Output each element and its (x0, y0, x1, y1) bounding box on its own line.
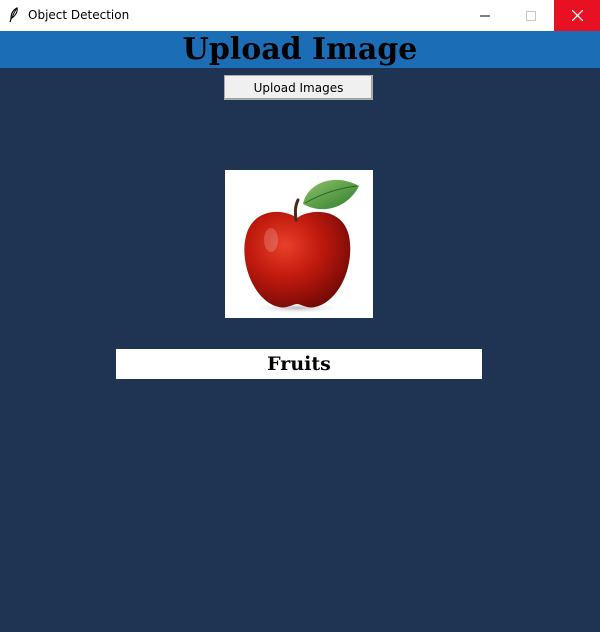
window-title: Object Detection (28, 8, 130, 22)
feather-icon (8, 6, 20, 23)
result-text: Fruits (267, 353, 331, 375)
result-label: Fruits (116, 349, 482, 379)
app-window: Object Detection Upload Image Upload Ima… (0, 0, 600, 632)
title-bar[interactable]: Object Detection (0, 0, 600, 31)
red-apple-image (225, 170, 373, 318)
close-icon (571, 6, 583, 25)
minimize-button[interactable] (462, 0, 508, 31)
image-preview (225, 170, 373, 318)
upload-images-button[interactable]: Upload Images (224, 75, 373, 100)
minimize-icon (480, 6, 490, 25)
page-title: Upload Image (182, 32, 418, 67)
header-banner: Upload Image (0, 31, 600, 68)
close-button[interactable] (554, 0, 600, 31)
maximize-icon (526, 6, 536, 25)
maximize-button[interactable] (508, 0, 554, 31)
